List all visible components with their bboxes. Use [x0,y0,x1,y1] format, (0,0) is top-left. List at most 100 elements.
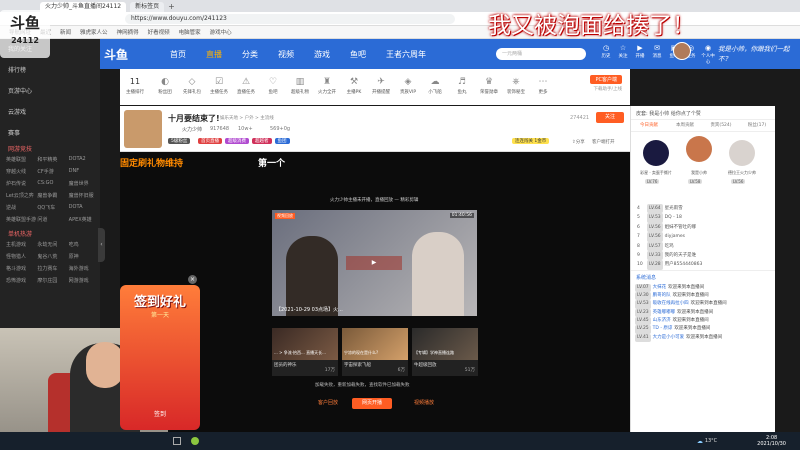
chat-message[interactable]: LV.07 大抹花 欢迎来到本直播间 [635,283,771,293]
replay-card[interactable]: 宁凉的现在是什么? 宇宙探索飞船 6万 [342,328,408,376]
category-item[interactable]: ⚠ 直播任务 [234,75,258,95]
sidebar-item[interactable]: 云游戏 [0,102,100,123]
category-item[interactable]: ♛ 荣誉勋章 [477,75,501,95]
sidebar-item[interactable]: 排行榜 [0,60,100,81]
bookmark-item[interactable]: 雅虎家人公 [80,28,108,36]
rank-row[interactable]: 7 LV.56 diyjames [631,232,775,242]
follow-button[interactable]: 关注 [596,112,624,123]
sidebar-subitem[interactable]: DOTA [69,204,100,211]
share-button[interactable]: ⇪分享 [572,139,585,145]
browser-taskbar-icon[interactable] [191,437,199,445]
chat-user[interactable]: 山东济济 [653,318,671,323]
chat-tab[interactable]: 贵宾(524) [703,120,739,131]
chat-user[interactable]: 吸收在线再拉小四 [653,301,689,306]
chat-message[interactable]: LV.45 山东济济 欢迎来到本直播间 [635,316,771,326]
streamer-avatar[interactable] [124,110,162,148]
search-input[interactable]: 一元两桶 [496,48,586,60]
rank-row[interactable]: 5 LV.53 DQ - 18 [631,213,775,223]
bookmark-item[interactable]: 新闻 [60,28,71,36]
sidebar-subitem[interactable]: QQ飞车 [37,204,68,211]
rank-row[interactable]: 8 LV.57 吃鸡 [631,241,775,251]
sidebar-section-title[interactable]: 单机热游 [0,229,100,241]
chat-tab[interactable]: 粉丝(17) [739,120,775,131]
sidebar-subitem[interactable]: 格斗游戏 [6,265,37,272]
sidebar-subitem[interactable]: 永劫无间 [37,241,68,248]
room-tag[interactable]: 首页直播 [198,138,222,144]
room-tag[interactable]: 超级消费 [225,138,249,144]
nav-item[interactable]: 视频 [278,49,294,60]
site-logo[interactable]: 斗鱼 [104,46,150,63]
replay-card[interactable]: 【专辑】学神直播连路 牛超级回放 51万 [412,328,478,376]
sidebar-section-title[interactable]: 网游竞技 [0,144,100,156]
sidebar-subitem[interactable]: 吃鸡 [69,241,100,248]
new-tab-icon[interactable]: + [168,2,175,11]
category-item[interactable]: ♡ 鱼吧 [261,75,285,95]
category-item[interactable]: ◇ 先锋礼包 [180,75,204,95]
player-button[interactable]: 视频播放 [404,398,444,409]
gift-overlay[interactable]: 签到好礼 第一天 签到 [120,285,200,430]
category-item[interactable]: ◐ 粉丝团 [153,75,177,95]
category-item[interactable]: ☁ 小飞船 [423,75,447,95]
bookmark-item[interactable]: 神网摘得 [117,28,139,36]
rank-row[interactable]: 6 LV.56 姐妹不管吐的哪 [631,222,775,233]
sidebar-subitem[interactable]: 鬼谷八荒 [37,253,68,260]
sidebar-subitem[interactable]: 恐怖游戏 [6,277,37,284]
player-button[interactable]: 客户回放 [308,398,348,409]
nav-item[interactable]: 分类 [242,49,258,60]
sidebar-subitem[interactable]: CS:GO [37,180,68,187]
sidebar-subitem[interactable]: 穿越火线 [6,168,37,175]
bookmark-item[interactable]: 电脑管家 [179,28,201,36]
play-icon[interactable]: ▶ [346,256,402,270]
chat-message[interactable]: LV.30 鹏哥的队 欢迎来到本直播间 [635,292,771,301]
replay-card[interactable]: ... > 争流·抬西... 直播天长... 团员的神乐 17万 [272,328,338,376]
category-item[interactable]: ♜ 火力全开 [315,75,339,95]
sidebar-subitem[interactable]: 魔兽争霸 [37,192,68,199]
rank-row[interactable]: 4 LV.64 星光雨雪 [631,204,775,214]
sidebar-subitem[interactable]: CF手游 [37,168,68,175]
nav-item[interactable]: 直播 [206,49,222,60]
tab-new[interactable]: 新标签页 [130,2,165,12]
category-item[interactable]: ♬ 鱼丸 [450,75,474,95]
gift-close-icon[interactable]: × [188,275,197,284]
sidebar-item[interactable]: 页游中心 [0,81,100,102]
tab-active[interactable]: 火力少帅_斗鱼直播间24112 [40,2,127,12]
sidebar-subitem[interactable]: 网游游戏 [69,277,100,284]
sidebar-subitem[interactable]: 魔兽怀旧服 [69,192,100,199]
category-item[interactable]: ⎈ 装饰秘宝 [504,75,528,95]
room-tag[interactable]: 鱼团 [274,138,290,144]
player-button[interactable]: 网页开播 [352,398,392,409]
category-item[interactable]: ⚒ 主播PK [342,75,366,95]
bookmark-item[interactable]: 游戏中心 [210,28,232,36]
rank-row[interactable]: 10 LV.28 用户8554440863 [631,260,775,270]
sidebar-subitem[interactable]: 逆战 [6,204,37,211]
nav-item[interactable]: 鱼吧 [350,49,366,60]
sidebar-subitem[interactable]: Let云顶之弈 [6,192,37,199]
replay-main[interactable]: 视频回放 01:40:56 ▶ 【2021-10-29 03点场】火... [272,210,477,316]
sidebar-subitem[interactable]: 问道 [37,216,68,223]
chat-message[interactable]: LV.41 大力是小小可爱 欢迎来到本直播间 [635,333,771,342]
podium-avatar[interactable] [643,140,669,166]
header-icon-item[interactable]: ☆ 关注 [616,44,630,65]
sidebar-subitem[interactable]: 海外游戏 [69,265,100,272]
room-tag[interactable]: 超越者 [252,138,272,144]
sidebar-subitem[interactable]: 主机游戏 [6,241,37,248]
chat-message[interactable]: LV.23 英雄嘟嘟嘟 欢迎来到本直播间 [635,308,771,317]
sidebar-subitem[interactable]: 炉石传说 [6,180,37,187]
sidebar-subitem[interactable]: 和平精英 [37,156,68,163]
chat-user[interactable]: 英雄嘟嘟嘟 [653,310,676,315]
category-item[interactable]: ☑ 主播任务 [207,75,231,95]
start-icon[interactable] [173,437,181,445]
chat-message[interactable]: LV.53 吸收在线再拉小四 欢迎来到本直播间 [635,300,771,309]
chat-tab[interactable]: 本周贡献 [667,120,703,131]
sidebar-subitem[interactable]: 摩尔庄园 [37,277,68,284]
sidebar-subitem[interactable]: DNF [69,168,100,175]
header-icon-item[interactable]: ◉ 个人中心 [701,44,715,65]
podium-avatar[interactable] [686,136,712,162]
header-icon-item[interactable]: ▶ 开播 [633,44,647,65]
rank-row[interactable]: 9 LV.33 我的的天子是谁 [631,250,775,261]
chat-user[interactable]: 大力是小小可爱 [653,335,685,340]
sidebar-collapse-button[interactable]: ‹ [98,228,105,262]
nav-item[interactable]: 王者六周年 [386,49,426,60]
pc-client-button[interactable]: PC客户端 [590,75,622,84]
nav-item[interactable]: 首页 [170,49,186,60]
